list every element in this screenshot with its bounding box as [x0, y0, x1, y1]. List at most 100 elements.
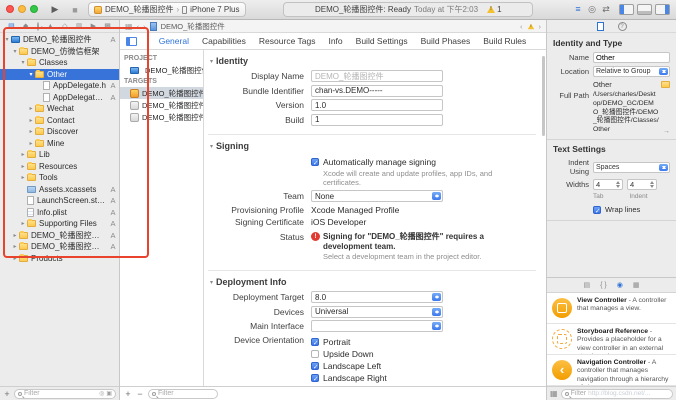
breakpoint-navigator-icon[interactable]: ▶	[91, 22, 96, 30]
tree-item[interactable]: Info.plistA	[0, 207, 119, 219]
devices-dropdown[interactable]: Universal	[311, 306, 443, 318]
file-inspector-icon[interactable]	[597, 22, 604, 31]
minimize-window-button[interactable]	[18, 5, 26, 13]
tree-item[interactable]: Discover	[0, 126, 119, 138]
library-filter-field[interactable]: Filter http://blog.csdn.net/...	[561, 389, 673, 399]
issue-navigator-icon[interactable]: ▲	[47, 23, 54, 30]
related-items-icon[interactable]: ▦	[125, 22, 133, 31]
go-forward-button[interactable]: ›	[143, 22, 146, 31]
disclosure-triangle-icon[interactable]	[19, 163, 27, 170]
add-target-button[interactable]: +	[124, 389, 132, 399]
auto-signing-checkbox[interactable]	[311, 158, 319, 166]
disclosure-triangle-icon[interactable]	[19, 151, 27, 158]
object-library-icon[interactable]: ◉	[617, 281, 623, 289]
disclosure-triangle-icon[interactable]	[11, 48, 19, 55]
add-file-button[interactable]: +	[3, 389, 11, 399]
tree-item[interactable]: DEMO_轮播图控件UITestsA	[0, 241, 119, 253]
indent-using-dropdown[interactable]: Spaces	[593, 162, 670, 173]
media-library-icon[interactable]: ▦	[633, 281, 640, 289]
tree-item[interactable]: Supporting FilesA	[0, 218, 119, 230]
library-item[interactable]: Storyboard Reference - Provides a placeh…	[547, 324, 676, 355]
tab-build-settings[interactable]: Build Settings	[356, 36, 408, 46]
tree-item[interactable]: Mine	[0, 138, 119, 150]
debug-navigator-icon[interactable]: ▥	[76, 22, 83, 30]
tab-capabilities[interactable]: Capabilities	[202, 36, 246, 46]
scheme-selector[interactable]: DEMO_轮播图控件 › iPhone 7 Plus	[88, 2, 246, 17]
remove-target-button[interactable]: −	[136, 389, 144, 399]
version-editor-button[interactable]: ⇄	[599, 4, 613, 15]
indent-width-stepper[interactable]: 4	[627, 179, 657, 190]
quick-help-icon[interactable]: ?	[618, 22, 627, 31]
library-item[interactable]: ‹Navigation Controller - A controller th…	[547, 355, 676, 386]
tree-item[interactable]: Wechat	[0, 103, 119, 115]
standard-editor-button[interactable]: ≡	[571, 4, 585, 15]
library-item[interactable]: View Controller - A controller that mana…	[547, 293, 676, 324]
build-field[interactable]	[311, 114, 443, 126]
targets-filter-field[interactable]: Filter	[148, 389, 218, 399]
orientation-landscape-right-checkbox[interactable]	[311, 374, 319, 382]
target-item[interactable]: DEMO_轮播图控件Tests	[120, 99, 203, 111]
disclosure-triangle-icon[interactable]	[3, 36, 11, 43]
tree-item[interactable]: Lib	[0, 149, 119, 161]
wrap-lines-checkbox[interactable]	[593, 206, 601, 214]
disclosure-triangle-icon[interactable]	[19, 59, 27, 66]
tab-build-rules[interactable]: Build Rules	[483, 36, 526, 46]
bundle-id-field[interactable]	[311, 85, 443, 97]
disclosure-triangle-icon[interactable]	[19, 220, 27, 227]
disclosure-triangle-icon[interactable]	[27, 117, 35, 124]
search-navigator-icon[interactable]	[37, 23, 39, 30]
display-name-field[interactable]	[311, 70, 443, 82]
disclosure-triangle-icon[interactable]	[27, 105, 35, 112]
orientation-upside-down-checkbox[interactable]	[311, 350, 319, 358]
code-snippet-library-icon[interactable]: { }	[600, 282, 607, 289]
version-field[interactable]	[311, 99, 443, 111]
tab-info[interactable]: Info	[328, 36, 342, 46]
tree-item[interactable]: Contact	[0, 115, 119, 127]
tree-item[interactable]: AppDelegate.hA	[0, 80, 119, 92]
name-field[interactable]	[593, 52, 670, 63]
disclosure-triangle-icon[interactable]	[27, 71, 35, 78]
choose-folder-icon[interactable]	[661, 81, 670, 88]
tree-item[interactable]: DEMO_轮播图控件A	[0, 34, 119, 46]
disclosure-triangle-icon[interactable]	[210, 279, 213, 286]
inspector-toggle-button[interactable]	[655, 4, 670, 15]
disclosure-triangle-icon[interactable]	[210, 143, 213, 150]
tree-item[interactable]: Products	[0, 253, 119, 265]
deployment-target-dropdown[interactable]: 8.0	[311, 291, 443, 303]
disclosure-triangle-icon[interactable]	[210, 58, 213, 65]
disclosure-triangle-icon[interactable]	[19, 174, 27, 181]
disclosure-triangle-icon[interactable]	[27, 128, 35, 135]
stop-button[interactable]: ■	[68, 5, 82, 15]
jump-arrow-icon[interactable]: →	[663, 128, 670, 135]
test-navigator-icon[interactable]: ◇	[62, 22, 67, 30]
tab-resource-tags[interactable]: Resource Tags	[259, 36, 316, 46]
jump-bar-file[interactable]: DEMO_轮播图控件	[161, 21, 225, 32]
next-issue-button[interactable]: ›	[539, 22, 542, 31]
go-back-button[interactable]: ‹	[137, 22, 140, 31]
file-template-library-icon[interactable]: ▤	[584, 281, 591, 289]
main-interface-dropdown[interactable]	[311, 320, 443, 332]
debug-area-toggle-button[interactable]	[637, 4, 652, 15]
tree-item[interactable]: AppDelegate.mA	[0, 92, 119, 104]
scm-status-icon[interactable]: ▣	[106, 390, 112, 397]
tree-item[interactable]: Classes	[0, 57, 119, 69]
tab-build-phases[interactable]: Build Phases	[421, 36, 471, 46]
recent-files-icon[interactable]: ◎	[99, 390, 104, 397]
tab-width-stepper[interactable]: 4	[593, 179, 623, 190]
disclosure-triangle-icon[interactable]	[11, 255, 19, 262]
target-item[interactable]: DEMO_轮播图控件	[120, 87, 203, 99]
report-navigator-icon[interactable]: ▩	[104, 22, 111, 30]
tree-item[interactable]: LaunchScreen.storyboardA	[0, 195, 119, 207]
traffic-lights[interactable]	[6, 5, 42, 15]
grid-view-icon[interactable]: ▦	[550, 389, 558, 398]
project-item[interactable]: DEMO_轮播图控件	[120, 64, 203, 76]
editor-scrollbar[interactable]	[542, 56, 545, 136]
targets-panel-toggle-icon[interactable]	[126, 37, 137, 46]
run-button[interactable]: ▶	[48, 4, 62, 15]
close-window-button[interactable]	[6, 5, 14, 13]
orientation-portrait-checkbox[interactable]	[311, 338, 319, 346]
zoom-window-button[interactable]	[30, 5, 38, 13]
symbol-navigator-icon[interactable]: ◆	[23, 22, 28, 30]
tree-item[interactable]: Assets.xcassetsA	[0, 184, 119, 196]
disclosure-triangle-icon[interactable]	[11, 243, 19, 250]
